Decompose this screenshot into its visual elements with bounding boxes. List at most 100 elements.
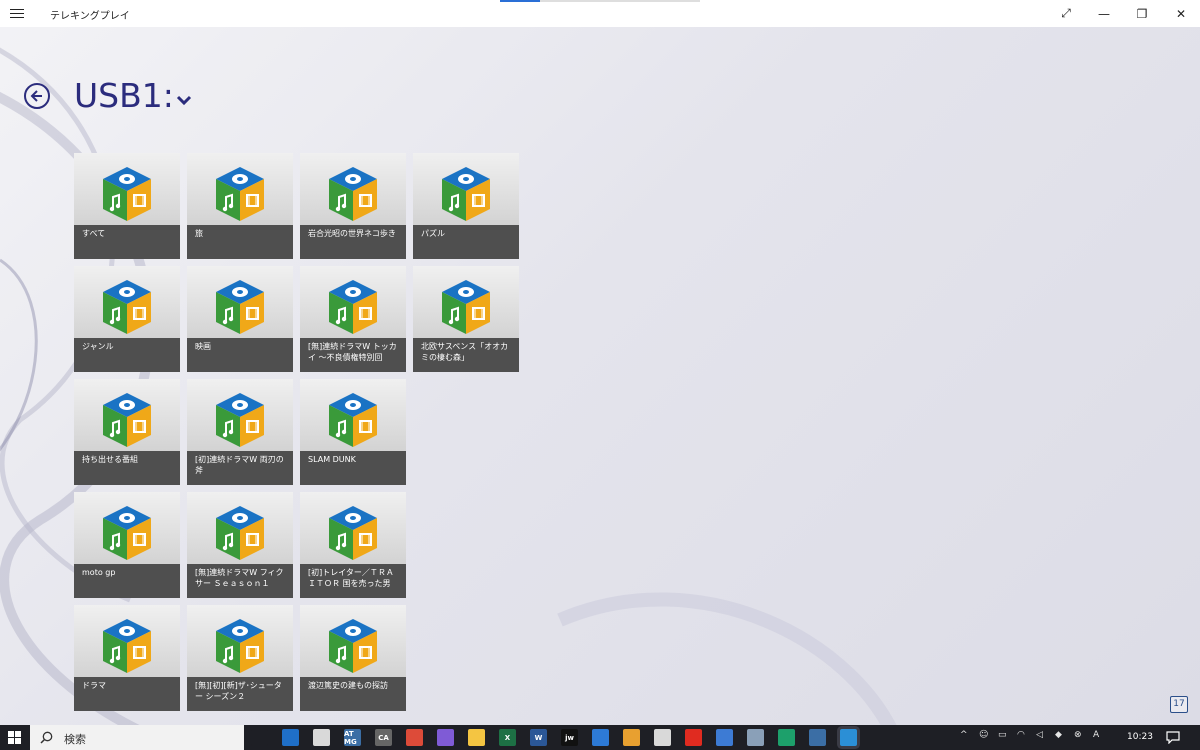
hamburger-menu-icon[interactable] <box>10 6 24 20</box>
folder-tile-label: [無][初][新]ザ･シューター シーズン２ <box>187 677 293 711</box>
volume-icon[interactable]: ◁ <box>1036 730 1043 740</box>
expand-icon[interactable]: ⤢ <box>1047 0 1085 27</box>
media-cube-icon <box>329 167 377 221</box>
search-placeholder: 検索 <box>64 733 86 746</box>
taskbar: 検索 AT MG CA X Wjw ^ ☺ ▭ ◠ ◁ ◆ ⊗ A 10:23 <box>0 725 1200 750</box>
media-cube-icon <box>216 167 264 221</box>
restore-icon[interactable]: ❐ <box>1123 0 1161 27</box>
count-badge[interactable]: 17 <box>1170 696 1188 713</box>
edge-blue-icon[interactable] <box>282 729 299 746</box>
media-cube-icon <box>216 619 264 673</box>
app-icon[interactable] <box>747 729 764 746</box>
network-icon[interactable]: ▭ <box>998 730 1007 740</box>
media-cube-icon <box>103 393 151 447</box>
folder-tile[interactable]: ドラマ <box>74 605 180 711</box>
folder-grid: すべて旅岩合光昭の世界ネコ歩き パズルジャンル 映画 [無]連続ドラマW トッカイ ～… <box>74 153 534 713</box>
media-cube-icon <box>216 393 264 447</box>
folder-tile[interactable]: [初]連続ドラマW 両刃の斧 <box>187 379 293 485</box>
pdf-icon[interactable] <box>685 729 702 746</box>
page-title[interactable]: USB1: <box>74 74 174 118</box>
app-icon[interactable] <box>437 729 454 746</box>
app-icon[interactable] <box>654 729 671 746</box>
folder-tile-label: すべて <box>74 225 180 259</box>
folder-tile[interactable]: [無][初][新]ザ･シューター シーズン２ <box>187 605 293 711</box>
edge-icon[interactable] <box>778 729 795 746</box>
folder-tile[interactable]: ジャンル <box>74 266 180 372</box>
folder-tile[interactable]: [無]連続ドラマW フィクサー Ｓｅａｓｏｎ１ <box>187 492 293 598</box>
dropbox-icon[interactable]: ◆ <box>1055 730 1062 740</box>
folder-tile-label: moto gp <box>74 564 180 598</box>
minimize-icon[interactable]: — <box>1085 0 1123 27</box>
media-cube-icon <box>216 280 264 334</box>
folder-tile-label: 持ち出せる番組 <box>74 451 180 485</box>
defender-icon[interactable] <box>809 729 826 746</box>
folder-tile-label: SLAM DUNK <box>300 451 406 485</box>
folder-tile[interactable]: 渡辺篤史の建もの探訪 <box>300 605 406 711</box>
folder-tile-label: 北欧サスペンス「オオカミの棲む森」 <box>413 338 519 372</box>
app-icon[interactable] <box>623 729 640 746</box>
clock[interactable]: 10:23 <box>1127 732 1153 742</box>
app-icon[interactable] <box>313 729 330 746</box>
loading-progress <box>500 0 700 2</box>
atmg-icon[interactable]: AT MG <box>344 729 361 746</box>
folder-tile[interactable]: SLAM DUNK <box>300 379 406 485</box>
folder-tile-label: 岩合光昭の世界ネコ歩き <box>300 225 406 259</box>
windows-start-icon[interactable] <box>0 725 30 750</box>
taskbar-search-box[interactable]: 検索 <box>30 725 244 750</box>
telekingplay-icon[interactable] <box>840 729 857 746</box>
folder-tile[interactable]: 岩合光昭の世界ネコ歩き <box>300 153 406 259</box>
media-cube-icon <box>442 167 490 221</box>
media-cube-icon <box>442 280 490 334</box>
folder-tile-label: [初]連続ドラマW 両刃の斧 <box>187 451 293 485</box>
jw-icon[interactable]: jw <box>561 729 578 746</box>
folder-tile[interactable]: [無]連続ドラマW トッカイ ～不良債権特別回 <box>300 266 406 372</box>
chevron-up-icon[interactable]: ^ <box>960 730 968 740</box>
folder-tile-label: ジャンル <box>74 338 180 372</box>
folder-tile[interactable]: 映画 <box>187 266 293 372</box>
folder-tile[interactable]: パズル <box>413 153 519 259</box>
folder-tile-label: ドラマ <box>74 677 180 711</box>
media-cube-icon <box>103 280 151 334</box>
media-cube-icon <box>329 393 377 447</box>
chrome-icon[interactable] <box>406 729 423 746</box>
media-cube-icon <box>329 506 377 560</box>
folder-tile[interactable]: 持ち出せる番組 <box>74 379 180 485</box>
task-view-icon[interactable] <box>251 729 268 746</box>
media-cube-icon <box>103 619 151 673</box>
ca-icon[interactable]: CA <box>375 729 392 746</box>
wifi-icon[interactable]: ◠ <box>1017 730 1025 740</box>
app-icon[interactable] <box>592 729 609 746</box>
folder-tile-label: [無]連続ドラマW フィクサー Ｓｅａｓｏｎ１ <box>187 564 293 598</box>
chevron-down-icon[interactable] <box>176 94 192 106</box>
loading-progress-fill <box>500 0 540 2</box>
media-cube-icon <box>329 280 377 334</box>
folder-tile-label: [無]連続ドラマW トッカイ ～不良債権特別回 <box>300 338 406 372</box>
word-icon[interactable]: W <box>530 729 547 746</box>
notification-icon[interactable] <box>1166 731 1180 744</box>
file-explorer-icon[interactable] <box>468 729 485 746</box>
folder-tile-label: 旅 <box>187 225 293 259</box>
title-bar: テレキングプレイ ⤢ — ❐ ✕ <box>0 0 1200 27</box>
close-icon[interactable]: ✕ <box>1162 0 1200 27</box>
back-arrow-circle-icon[interactable] <box>24 83 50 109</box>
excel-icon[interactable]: X <box>499 729 516 746</box>
window-title: テレキングプレイ <box>50 11 130 22</box>
media-cube-icon <box>329 619 377 673</box>
folder-tile[interactable]: moto gp <box>74 492 180 598</box>
folder-tile[interactable]: すべて <box>74 153 180 259</box>
calculator-icon[interactable] <box>716 729 733 746</box>
folder-tile[interactable]: 旅 <box>187 153 293 259</box>
adobe-icon[interactable]: A <box>1093 730 1099 740</box>
close-circle-icon[interactable]: ⊗ <box>1074 730 1082 740</box>
media-cube-icon <box>103 167 151 221</box>
folder-tile[interactable]: [初]トレイター／ＴＲＡＩＴＯＲ 国を売った男 <box>300 492 406 598</box>
folder-tile-label: [初]トレイター／ＴＲＡＩＴＯＲ 国を売った男 <box>300 564 406 598</box>
folder-tile-label: 映画 <box>187 338 293 372</box>
media-cube-icon <box>216 506 264 560</box>
search-icon <box>40 731 53 744</box>
media-cube-icon <box>103 506 151 560</box>
folder-tile-label: 渡辺篤史の建もの探訪 <box>300 677 406 711</box>
folder-tile-label: パズル <box>413 225 519 259</box>
folder-tile[interactable]: 北欧サスペンス「オオカミの棲む森」 <box>413 266 519 372</box>
people-icon[interactable]: ☺ <box>979 730 988 740</box>
